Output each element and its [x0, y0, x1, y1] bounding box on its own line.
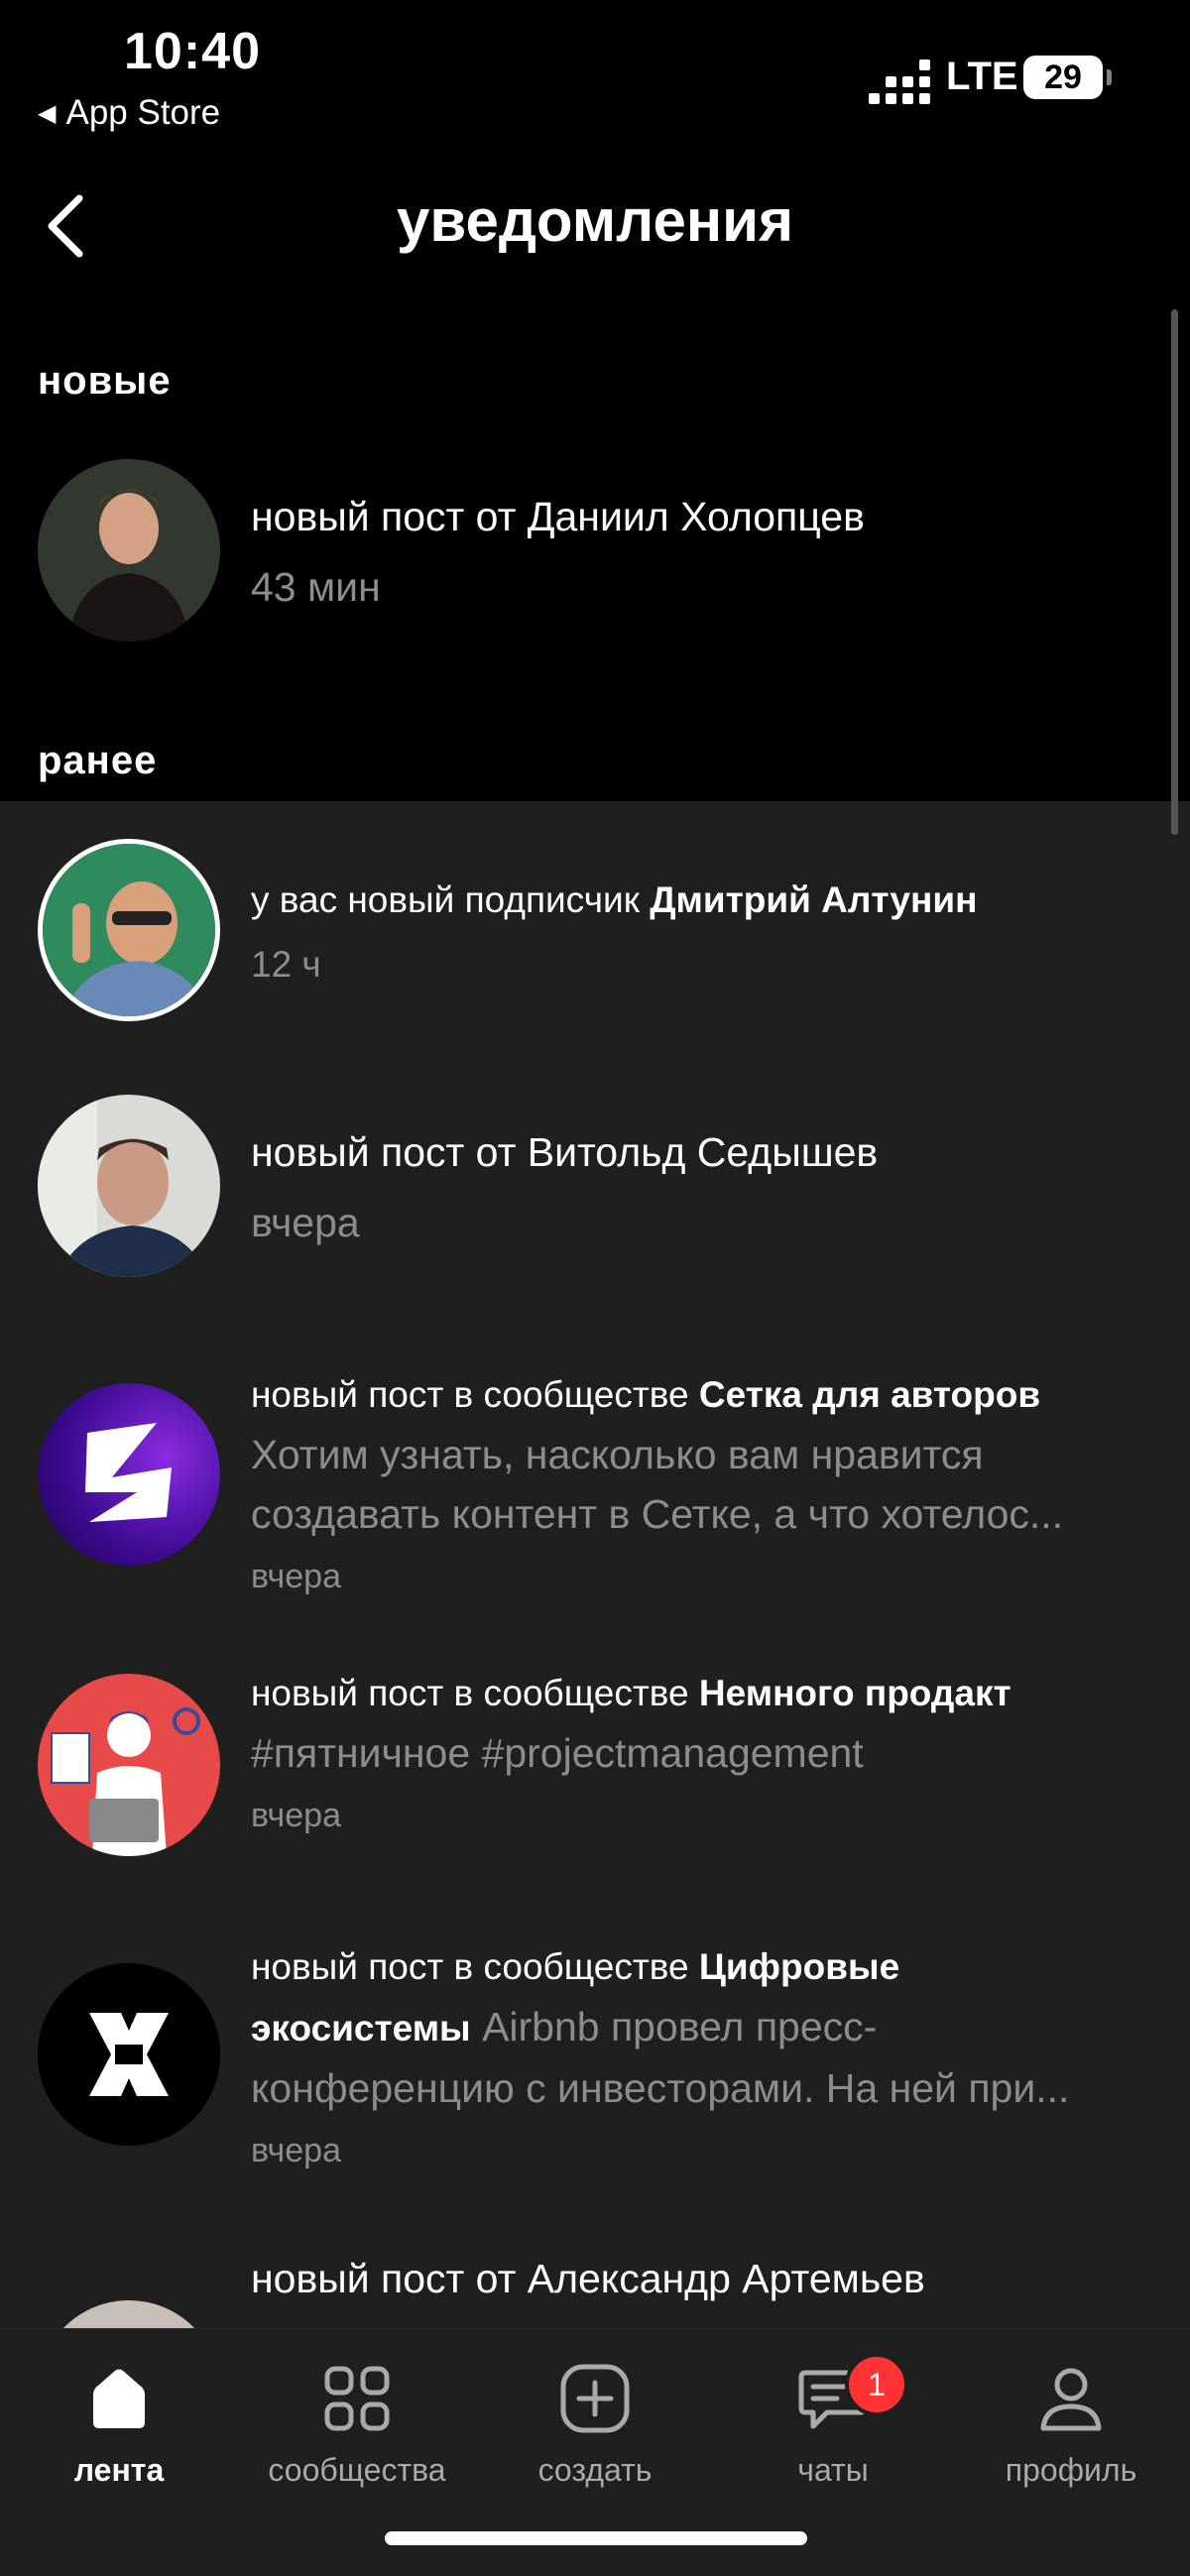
tab-label: сообщества	[268, 2452, 446, 2488]
tab-label: лента	[73, 2452, 165, 2488]
tab-label: профиль	[1005, 2452, 1137, 2488]
notification-snippet: #пятничное #projectmanagement	[251, 1730, 864, 1776]
avatar	[38, 1095, 220, 1277]
notification-prefix: у вас новый подписчик	[251, 879, 651, 920]
tab-communities[interactable]: сообщества	[238, 2359, 476, 2508]
back-to-app-link[interactable]: ◀ App Store	[38, 93, 220, 133]
tab-label: создать	[537, 2452, 653, 2488]
notification-prefix: новый пост в сообществе	[251, 1946, 699, 1987]
notification-text: новый пост в сообществе Немного продакт	[251, 1664, 1150, 1723]
notification-text: новый пост в сообществе Цифровые	[251, 1937, 1150, 1997]
unread-badge: 1	[845, 2353, 908, 2416]
network-label: LTE	[946, 55, 1018, 98]
notification-item[interactable]: новый пост от Александр Артемьев	[0, 2251, 1190, 2328]
nav-header: уведомления	[0, 169, 1190, 278]
battery-icon: 29	[1023, 56, 1103, 99]
x-logo-icon	[38, 1963, 220, 2146]
page-title: уведомления	[397, 187, 793, 254]
status-time: 10:40	[124, 23, 261, 80]
snippet-inline: Airbnb провел пресс-	[470, 2004, 878, 2049]
notification-time: 43 мин	[251, 564, 381, 610]
tab-create[interactable]: создать	[476, 2359, 714, 2508]
home-indicator[interactable]	[385, 2531, 807, 2545]
notification-time: вчера	[251, 2132, 341, 2169]
avatar	[38, 1674, 220, 1856]
section-label-new: новые	[38, 359, 172, 403]
community-name: Сетка для авторов	[698, 1374, 1041, 1415]
notification-item[interactable]: новый пост в сообществе Цифровые экосист…	[0, 1946, 1190, 2191]
notification-snippet: Хотим узнать, насколько вам нравится	[251, 1432, 984, 1477]
notification-snippet: экосистемы Airbnb провел пресс-	[251, 1997, 1150, 2058]
tab-label: чаты	[797, 2452, 869, 2488]
notification-snippet: конференцию с инвесторами. На ней при...	[251, 2065, 1070, 2111]
notification-text: новый пост от Александр Артемьев	[251, 2256, 925, 2301]
notification-item[interactable]: у вас новый подписчик Дмитрий Алтунин 12…	[0, 839, 1190, 1027]
back-app-label: App Store	[65, 93, 221, 132]
battery-tip	[1107, 69, 1112, 85]
tab-chats[interactable]: 1 чаты	[714, 2353, 952, 2508]
tab-profile[interactable]: профиль	[952, 2359, 1190, 2508]
avatar	[38, 1963, 220, 2146]
notification-item[interactable]: новый пост в сообществе Сетка для авторо…	[0, 1374, 1190, 1611]
home-icon	[93, 2369, 145, 2428]
avatar	[38, 839, 220, 1021]
notification-time: вчера	[251, 1200, 360, 1245]
notification-text: новый пост в сообществе Сетка для авторо…	[251, 1365, 1150, 1425]
notification-prefix: новый пост в сообществе	[251, 1374, 699, 1415]
community-name: Немного продакт	[698, 1673, 1012, 1713]
status-bar: 10:40 ◀ App Store LTE 29	[0, 0, 1190, 149]
notification-item[interactable]: новый пост от Витольд Седышев вчера	[0, 1095, 1190, 1283]
notification-item[interactable]: новый пост от Даниил Холопцев 43 мин	[0, 459, 1190, 647]
plus-square-icon	[560, 2364, 630, 2433]
avatar	[38, 1383, 220, 1566]
section-label-earlier: ранее	[38, 739, 158, 782]
notification-item[interactable]: новый пост в сообществе Немного продакт …	[0, 1673, 1190, 1902]
notification-text: новый пост от Даниил Холопцев	[251, 494, 865, 539]
setka-logo-icon	[85, 1423, 172, 1522]
notification-time: вчера	[251, 1797, 341, 1834]
battery-level: 29	[1044, 58, 1082, 96]
profile-icon	[1040, 2368, 1102, 2431]
notification-time: 12 ч	[251, 944, 321, 985]
notification-text: новый пост от Витольд Седышев	[251, 1129, 879, 1175]
signal-icon	[869, 59, 930, 104]
notification-time: вчера	[251, 1558, 341, 1595]
notification-prefix: новый пост в сообществе	[251, 1673, 699, 1713]
back-triangle-icon: ◀	[38, 99, 57, 127]
grid-icon	[324, 2366, 390, 2431]
notification-author: Дмитрий Алтунин	[650, 879, 978, 920]
tab-feed[interactable]: лента	[0, 2359, 238, 2508]
avatar	[38, 459, 220, 642]
notification-text: у вас новый подписчик Дмитрий Алтунин	[251, 871, 1150, 930]
avatar	[38, 2300, 220, 2328]
community-name: Цифровые	[698, 1946, 900, 1987]
scrollbar[interactable]	[1171, 309, 1178, 835]
community-name-cont: экосистемы	[251, 2008, 471, 2049]
notification-snippet: создавать контент в Сетке, а что хотелос…	[251, 1491, 1064, 1537]
